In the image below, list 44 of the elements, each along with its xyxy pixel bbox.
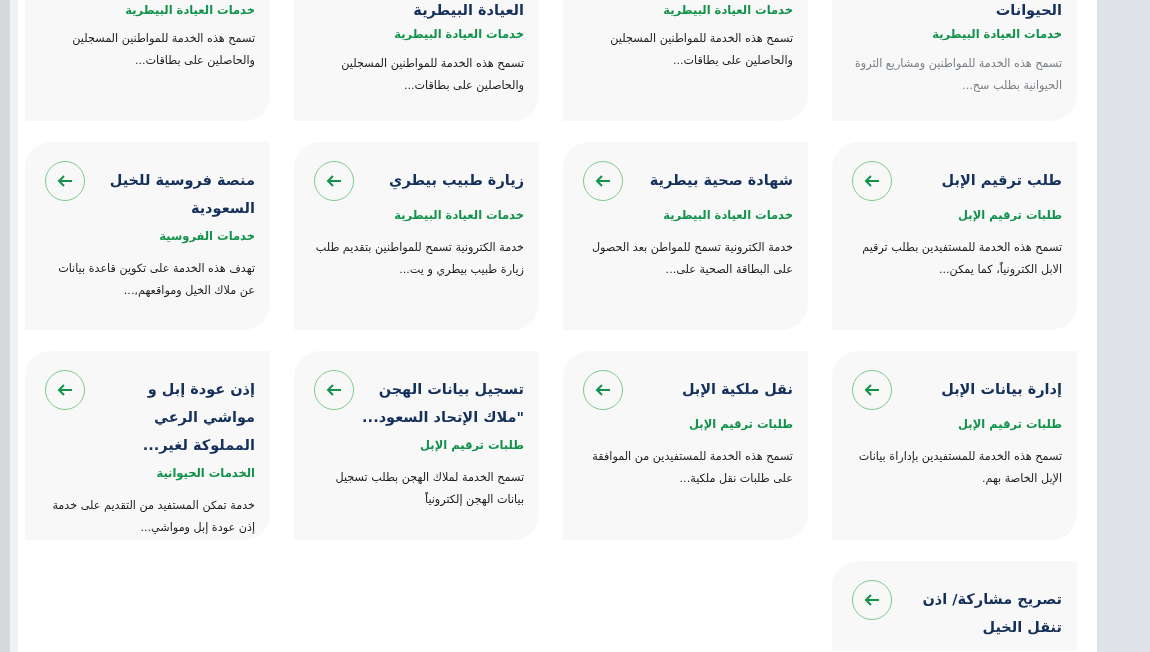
service-category: طلبات ترقيم الإبل bbox=[419, 437, 524, 454]
arrow-icon bbox=[864, 594, 880, 606]
service-category: خدمات العيادة البيطرية bbox=[662, 207, 793, 224]
service-description: تسمح هذه الخدمة للمستفيدين من الموافقة على طلبات نقل ملكية... bbox=[591, 449, 793, 487]
service-title: زيارة طبيب بيطري bbox=[389, 171, 524, 192]
service-category: خدمات العيادة البيطرية bbox=[931, 26, 1062, 43]
service-description: خدمة الكترونية تسمح للمواطنين بتقديم طلب زيارة طبيب بيطري و يت... bbox=[314, 240, 524, 278]
service-description: تسمح هذه الخدمة للمواطنين المسجلين والحاصلين على بطاقات... bbox=[340, 56, 524, 94]
service-category: طلبات ترقيم الإبل bbox=[688, 416, 793, 433]
service-title: طلب ترقيم الإبل bbox=[941, 171, 1062, 191]
service-category: طلبات ترقيم الإبل bbox=[957, 207, 1062, 224]
service-category: خدمات العيادة البيطرية bbox=[662, 2, 793, 19]
arrow-icon bbox=[864, 384, 880, 396]
service-title: إذن عودة إبل و مواشي الرعي المملوكة لغير... bbox=[141, 380, 255, 456]
arrow-icon bbox=[595, 384, 611, 396]
service-description: خدمة تمكن المستفيد من التقديم على خدمة إذن عودة إبل ومواشي... bbox=[51, 498, 255, 536]
service-description: تسمح هذه الخدمة للمستفيدين بطلب ترقيم الابل الكترونياً، كما يمكن... bbox=[861, 240, 1062, 278]
arrow-icon bbox=[57, 384, 73, 396]
service-description: تسمح هذه الخدمة للمواطنين المسجلين والحاصلين على بطاقات... bbox=[609, 31, 793, 69]
arrow-icon bbox=[57, 175, 73, 187]
service-description: تسمح هذه الخدمة للمواطنين ومشاريع الثروة الحيوانية بطلب سح... bbox=[853, 56, 1062, 94]
service-description: خدمة الكترونية تسمح للمواطن بعد الحصول على البطاقة الصحية على... bbox=[590, 240, 793, 278]
service-category: خدمات العيادة البيطرية bbox=[393, 26, 524, 43]
service-title: إدارة بيانات الإبل bbox=[941, 380, 1062, 400]
arrow-icon bbox=[326, 175, 342, 187]
service-title: منصة فروسية للخيل السعودية bbox=[108, 171, 255, 219]
service-title: شهادة صحية بيطرية bbox=[649, 171, 793, 191]
service-category: الخدمات الحيوانية bbox=[155, 465, 255, 483]
service-title: العيادة البيطرية bbox=[412, 1, 524, 20]
service-description: تسمح هذه الخدمة للمستفيدين بإداراة بيانات الإبل الخاصة بهم. bbox=[857, 449, 1062, 487]
service-description: تسمح الخدمة لملاك الهجن بطلب تسجيل بيانات الهجن إلكترونياً bbox=[334, 470, 524, 508]
service-category: خدمات العيادة البيطرية bbox=[124, 2, 255, 19]
service-description: تسمح هذه الخدمة للمواطنين المسجلين والحاصلين على بطاقات... bbox=[71, 31, 255, 69]
service-title: تصريح مشاركة/ اذن تنقل الخيل bbox=[921, 590, 1062, 637]
service-description: تهدف هذه الخدمة على تكوين قاعدة بيانات عن ملاك الخيل ومواقعهم,... bbox=[57, 261, 255, 299]
service-title: نقل ملكية الإبل bbox=[681, 380, 793, 399]
service-category: خدمات الفروسية bbox=[158, 228, 255, 246]
arrow-icon bbox=[326, 384, 342, 396]
service-title: الحيوانات bbox=[994, 1, 1062, 20]
arrow-icon bbox=[595, 175, 611, 187]
arrow-icon bbox=[864, 175, 880, 187]
service-category: خدمات العيادة البيطرية bbox=[393, 207, 524, 224]
service-category: طلبات ترقيم الإبل bbox=[957, 416, 1062, 433]
service-title: تسجيل بيانات الهجن "ملاك الإتحاد السعود... bbox=[362, 380, 524, 428]
